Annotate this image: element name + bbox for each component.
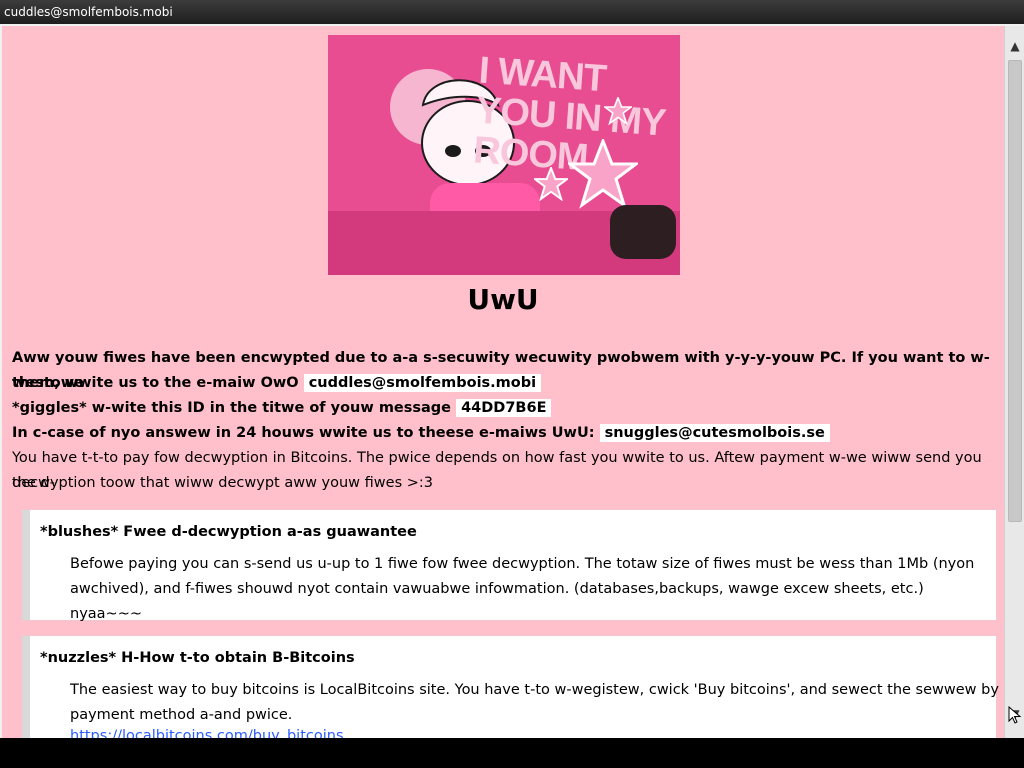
scroll-up-arrow-icon[interactable]: ▲ <box>1005 36 1024 56</box>
free-decryption-body: Befowe paying you can s-send us u-up to … <box>70 556 975 622</box>
ransom-line-6: decwyption toow that wiww decwypt aww yo… <box>12 475 433 491</box>
ransom-line-4: In c-case of nyo answew in 24 houws wwit… <box>12 421 992 446</box>
star-icon <box>568 139 638 209</box>
bitcoin-help-title: *nuzzles* H-How t-to obtain B-Bitcoins <box>40 650 355 666</box>
hero-image: I WANT YOU IN MY ROOM <box>328 35 680 275</box>
vertical-scrollbar[interactable]: ▲ ▼ <box>1004 26 1024 738</box>
free-decryption-box: *blushes* Fwee d-decwyption a-as guawant… <box>22 510 996 622</box>
secondary-email: snuggles@cutesmolbois.se <box>599 424 830 442</box>
mouse-cursor-icon <box>1008 706 1022 724</box>
free-decryption-title: *blushes* Fwee d-decwyption a-as guawant… <box>40 524 417 540</box>
star-icon <box>534 167 568 201</box>
scroll-thumb[interactable] <box>1008 60 1022 522</box>
victim-id: 44DD7B6E <box>456 399 552 417</box>
sock-illustration <box>610 205 676 259</box>
ransom-line-3-text: *giggles* w-wite this ID in the titwe of… <box>12 400 452 416</box>
window-title: cuddles@smolfembois.mobi <box>0 0 1024 24</box>
ransom-line-3: *giggles* w-wite this ID in the titwe of… <box>12 396 992 421</box>
ransom-line-4-text: In c-case of nyo answew in 24 houws wwit… <box>12 425 595 441</box>
bitcoin-help-body: The easiest way to buy bitcoins is Local… <box>70 682 999 723</box>
star-icon <box>604 97 632 125</box>
ransom-line-2-text: them, wwite us to the e-maiw OwO <box>12 375 299 391</box>
page-title: UwU <box>467 283 539 316</box>
ransom-line-2: them, wwite us to the e-maiw OwO cuddles… <box>12 371 992 396</box>
app-window: cuddles@smolfembois.mobi I WANT YOU IN M… <box>0 0 1024 738</box>
content-viewport: I WANT YOU IN MY ROOM UwU Aww youw fiwes… <box>2 26 1004 738</box>
bitcoin-help-box: *nuzzles* H-How t-to obtain B-Bitcoins T… <box>22 636 999 738</box>
primary-email: cuddles@smolfembois.mobi <box>303 374 542 392</box>
localbitcoins-link[interactable]: https://localbitcoins.com/buy_bitcoins <box>70 728 1000 738</box>
